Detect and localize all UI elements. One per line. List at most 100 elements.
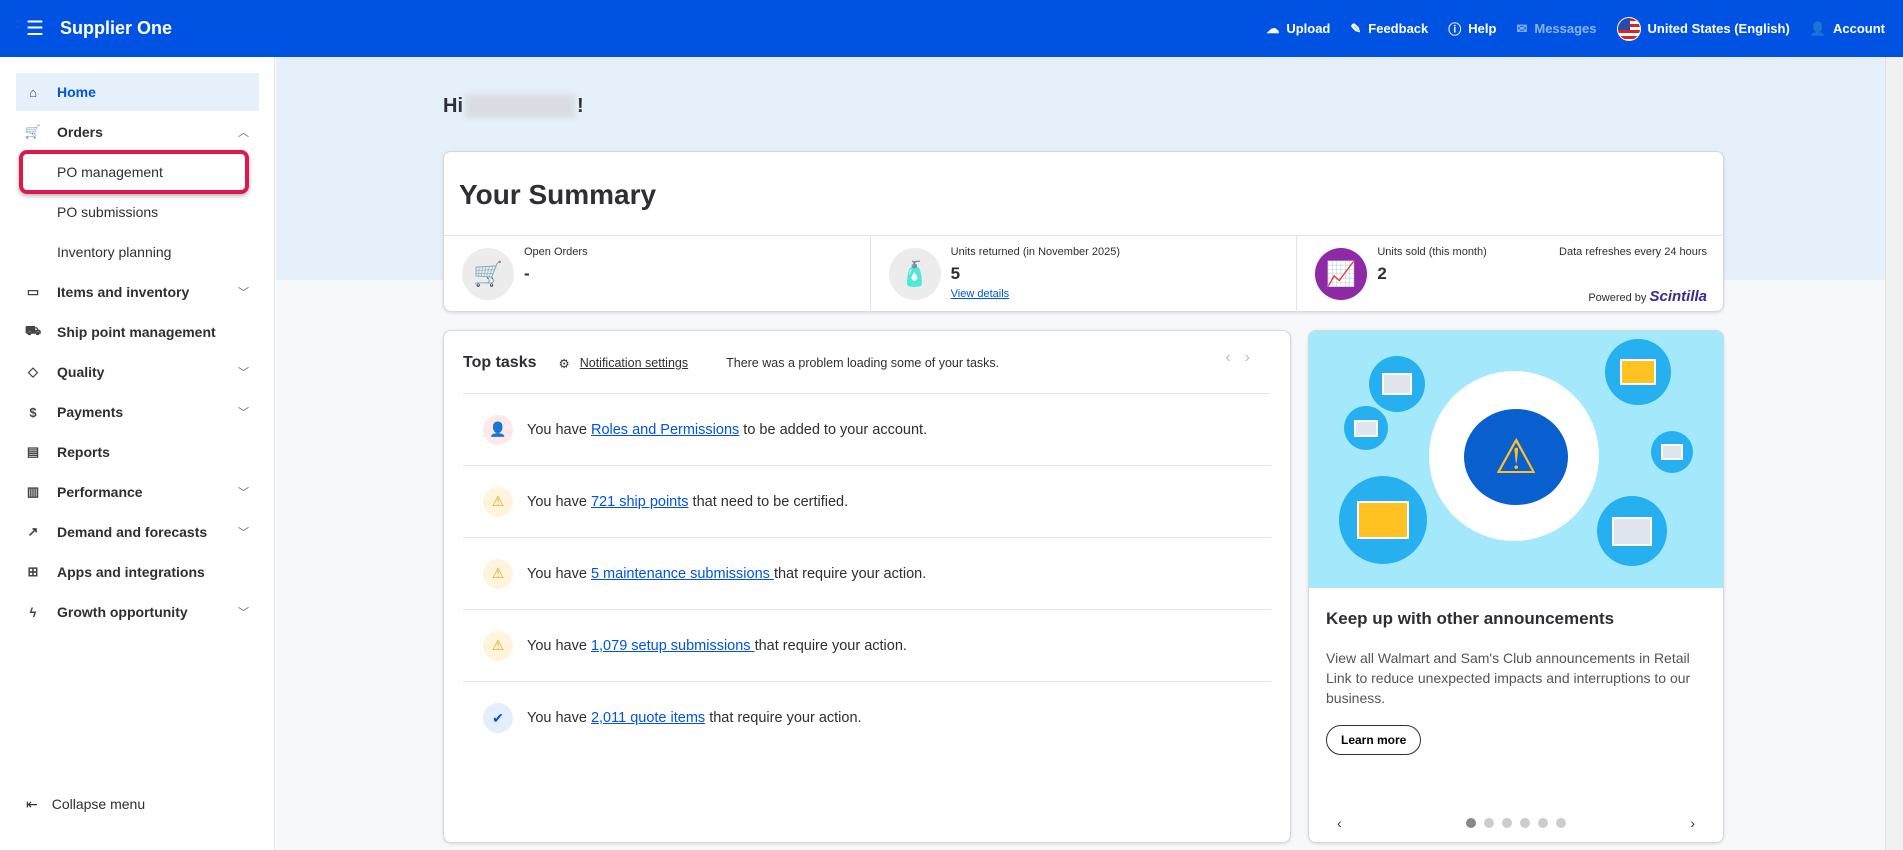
sidebar-item-orders[interactable]: 🛒 Orders ︿ bbox=[16, 113, 259, 151]
apps-icon: ⊞ bbox=[27, 564, 39, 579]
chevron-right-icon[interactable]: › bbox=[1690, 815, 1695, 831]
sidebar-item-growth-opportunity[interactable]: ϟ Growth opportunity ﹀ bbox=[16, 593, 259, 631]
chevron-up-icon: ︿ bbox=[238, 127, 249, 139]
redacted-name bbox=[465, 94, 575, 118]
upload-button[interactable]: ☁ Upload bbox=[1266, 21, 1330, 37]
chevron-down-icon: ﹀ bbox=[238, 287, 249, 299]
envelope-icon bbox=[1344, 406, 1388, 450]
announcement-card: ⚠ Keep up with other announcements View … bbox=[1308, 330, 1724, 843]
powered-by: Powered by Scintilla bbox=[1588, 288, 1708, 305]
sidebar-item-apps-and-integrations[interactable]: ⊞ Apps and integrations bbox=[16, 553, 259, 591]
box-icon: ▭ bbox=[26, 284, 40, 299]
units-returned-metric: 🧴 Units returned (in November 2025) 5 Vi… bbox=[869, 236, 1297, 313]
chevron-left-icon[interactable]: ‹ bbox=[1225, 349, 1244, 366]
brand-logo[interactable]: Supplier One bbox=[60, 18, 172, 39]
envelope-icon bbox=[1369, 356, 1425, 412]
diamond-icon: ◇ bbox=[28, 364, 38, 379]
home-icon: ⌂ bbox=[29, 84, 37, 100]
help-button[interactable]: ⓘ Help bbox=[1448, 19, 1496, 38]
cloud-upload-icon: ☁ bbox=[1266, 20, 1280, 36]
chevron-down-icon: ﹀ bbox=[238, 607, 249, 619]
announcement-title: Keep up with other announcements bbox=[1326, 609, 1615, 628]
task-item: 👤 You have Roles and Permissions to be ad… bbox=[463, 394, 1271, 466]
gear-icon: ⚙ bbox=[558, 356, 570, 371]
notification-settings-link[interactable]: Notification settings bbox=[580, 356, 688, 370]
sidebar-item-inventory-planning[interactable]: Inventory planning bbox=[16, 233, 259, 271]
task-pager: ‹› bbox=[1225, 349, 1264, 367]
feedback-button[interactable]: ✎ Feedback bbox=[1350, 21, 1428, 37]
bar-chart-icon: ▥ bbox=[26, 484, 40, 499]
task-item: ⚠ You have 5 maintenance submissions that… bbox=[463, 538, 1271, 610]
announcement-illustration: ⚠ bbox=[1309, 331, 1723, 588]
carousel-dot[interactable] bbox=[1466, 818, 1476, 828]
carousel-dot[interactable] bbox=[1538, 818, 1548, 828]
carousel-dot[interactable] bbox=[1520, 818, 1530, 828]
sidebar-item-po-management[interactable]: PO management bbox=[19, 150, 249, 194]
units-sold-metric: 📈 Units sold (this month) 2 Data refresh… bbox=[1296, 236, 1723, 313]
scintilla-logo: Scintilla bbox=[1649, 288, 1708, 305]
task-link[interactable]: 5 maintenance submissions bbox=[591, 566, 774, 582]
truck-icon: ⛟ bbox=[24, 323, 42, 338]
top-tasks-card: Top tasks ⚙ Notification settings There … bbox=[443, 330, 1291, 843]
sidebar-item-po-submissions[interactable]: PO submissions bbox=[16, 193, 259, 231]
sidebar-item-reports[interactable]: ▤ Reports bbox=[16, 433, 259, 471]
collapse-menu-button[interactable]: ⇤ Collapse menu bbox=[26, 796, 145, 813]
sidebar-item-quality[interactable]: ◇ Quality ﹀ bbox=[16, 353, 259, 391]
collapse-left-icon: ⇤ bbox=[26, 796, 38, 812]
announcement-body: View all Walmart and Sam's Club announce… bbox=[1326, 650, 1691, 706]
sidebar: ⌂ Home 🛒 Orders ︿ PO management PO submissi… bbox=[0, 57, 275, 850]
top-header: ☰ Supplier One ☁ Upload ✎ Feedback ⓘ Help ✉… bbox=[0, 0, 1903, 57]
account-button[interactable]: 👤 Account bbox=[1810, 21, 1885, 37]
hamburger-menu-icon[interactable]: ☰ bbox=[26, 16, 50, 41]
warning-box-icon: ⚠ bbox=[483, 630, 513, 661]
carousel-dot[interactable] bbox=[1484, 818, 1494, 828]
task-item: ✔ You have 2,011 quote items that require… bbox=[463, 682, 1271, 754]
returned-products-icon: 🧴 bbox=[888, 248, 941, 300]
user-icon: 👤 bbox=[1809, 20, 1826, 36]
sidebar-item-payments[interactable]: $ Payments ﹀ bbox=[16, 393, 259, 431]
envelope-icon bbox=[1339, 476, 1427, 564]
trend-icon: ↗ bbox=[27, 524, 39, 539]
greeting: Hi! bbox=[443, 94, 584, 118]
envelope-icon bbox=[1597, 496, 1667, 566]
learn-more-button[interactable]: Learn more bbox=[1326, 725, 1422, 755]
sidebar-item-ship-point-management[interactable]: ⛟ Ship point management bbox=[16, 313, 259, 351]
sidebar-item-items-and-inventory[interactable]: ▭ Items and inventory ﹀ bbox=[16, 273, 259, 311]
locale-selector[interactable]: United States (English) bbox=[1616, 16, 1790, 41]
help-icon: ⓘ bbox=[1448, 22, 1462, 37]
task-link[interactable]: Roles and Permissions bbox=[591, 422, 739, 438]
shopping-cart-icon: 🛒 bbox=[462, 248, 514, 300]
report-icon: ▤ bbox=[26, 444, 40, 459]
top-tasks-title: Top tasks bbox=[463, 354, 537, 371]
chevron-down-icon: ﹀ bbox=[238, 527, 249, 539]
sales-chart-icon: 📈 bbox=[1315, 248, 1368, 300]
open-orders-metric: 🛒 Open Orders - bbox=[444, 236, 870, 313]
feedback-icon: ✎ bbox=[1350, 20, 1362, 36]
task-link[interactable]: 2,011 quote items bbox=[591, 710, 705, 726]
task-item: ⚠ You have 721 ship points that need to b… bbox=[463, 466, 1271, 538]
chevron-right-icon[interactable]: › bbox=[1245, 349, 1264, 366]
messages-button[interactable]: ✉ Messages bbox=[1516, 21, 1596, 37]
chevron-down-icon: ﹀ bbox=[238, 487, 249, 499]
chevron-down-icon: ﹀ bbox=[238, 367, 249, 379]
sidebar-item-performance[interactable]: ▥ Performance ﹀ bbox=[16, 473, 259, 511]
chevron-left-icon[interactable]: ‹ bbox=[1337, 815, 1342, 831]
scrollbar[interactable] bbox=[1885, 57, 1903, 850]
carousel-dots bbox=[1466, 818, 1566, 828]
task-link[interactable]: 721 ship points bbox=[591, 494, 689, 510]
task-link[interactable]: 1,079 setup submissions bbox=[591, 638, 755, 654]
cart-icon: 🛒 bbox=[24, 124, 42, 139]
warning-icon: ⚠ bbox=[1464, 409, 1568, 505]
view-details-link[interactable]: View details bbox=[951, 288, 1297, 300]
us-flag-icon bbox=[1616, 16, 1641, 41]
sidebar-item-home[interactable]: ⌂ Home bbox=[16, 73, 259, 111]
carousel-dot[interactable] bbox=[1556, 818, 1566, 828]
sidebar-item-demand-and-forecasts[interactable]: ↗ Demand and forecasts ﹀ bbox=[16, 513, 259, 551]
task-item: ⚠ You have 1,079 setup submissions that r… bbox=[463, 610, 1271, 682]
dollar-icon: $ bbox=[29, 404, 37, 420]
task-error-message: There was a problem loading some of your… bbox=[726, 356, 1000, 370]
carousel-dot[interactable] bbox=[1502, 818, 1512, 828]
warning-box-icon: ⚠ bbox=[483, 486, 513, 517]
check-box-icon: ✔ bbox=[483, 703, 513, 733]
bolt-icon: ϟ bbox=[29, 604, 37, 620]
